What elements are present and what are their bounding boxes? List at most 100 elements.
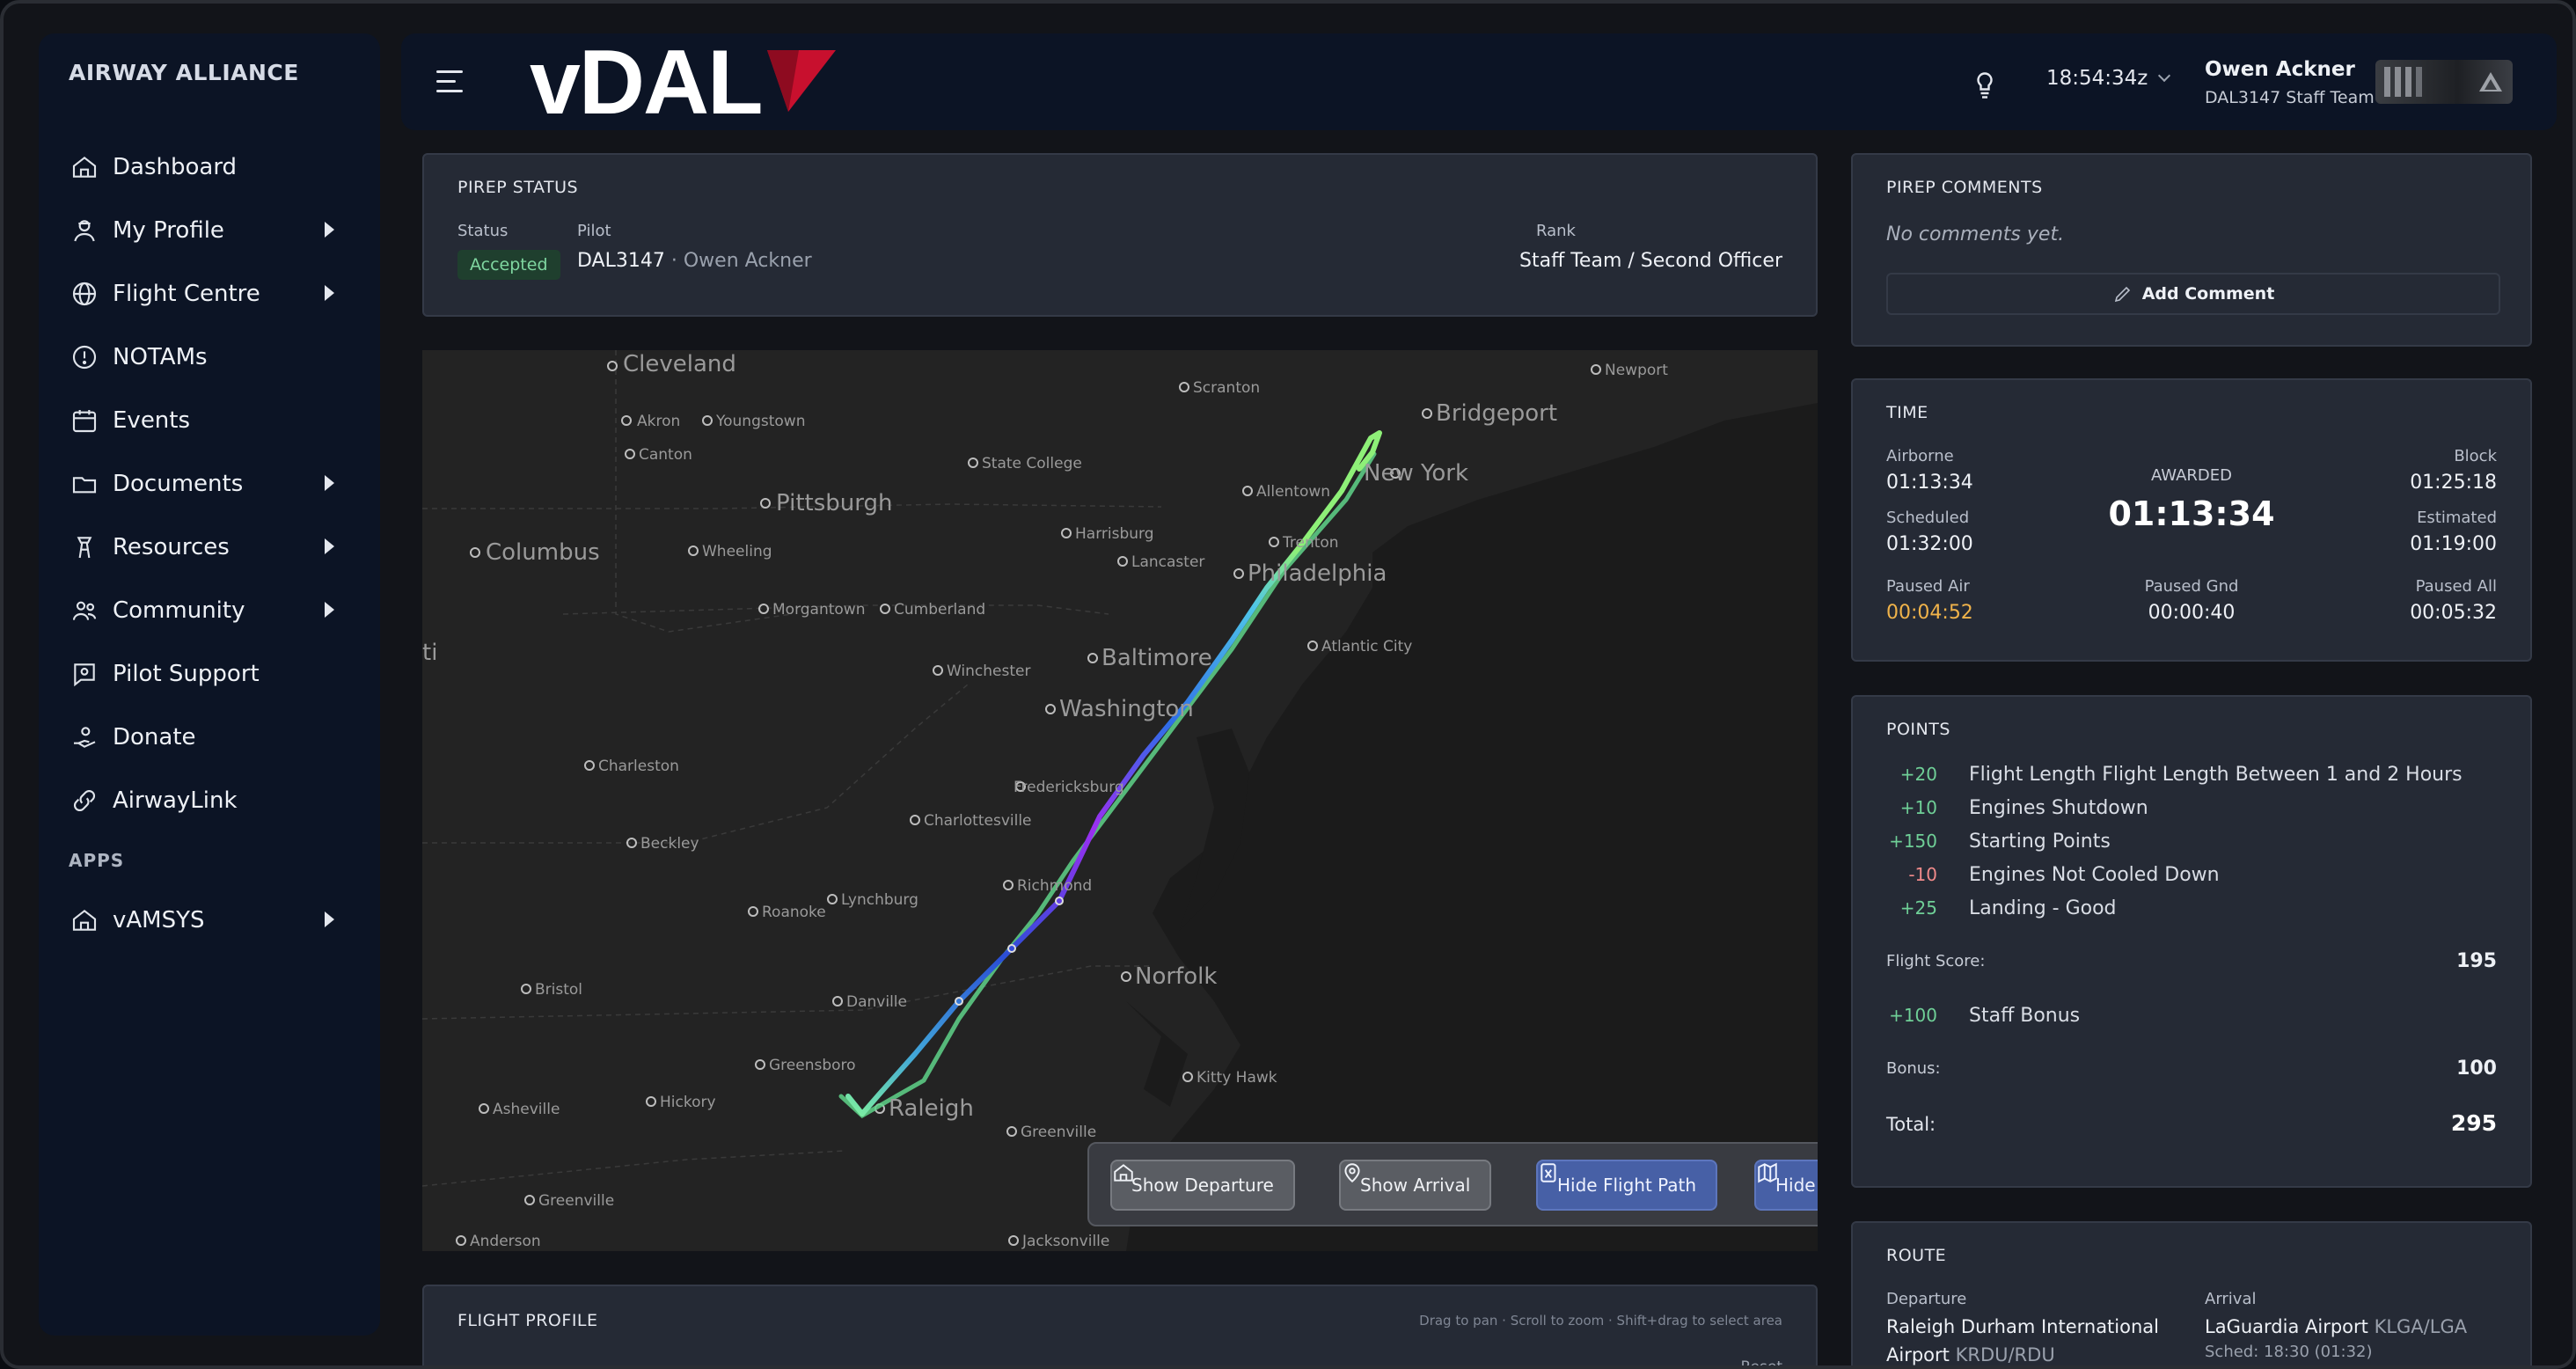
map-label: Wheeling <box>702 543 772 560</box>
user-name[interactable]: Owen Ackner <box>2205 58 2355 81</box>
map-label: Washington <box>1059 696 1194 722</box>
show-arrival-button[interactable]: Show Arrival <box>1339 1160 1492 1211</box>
card-title: POINTS <box>1886 720 1950 739</box>
card-title: PIREP COMMENTS <box>1886 178 2043 197</box>
flight-score-value: 195 <box>2456 950 2497 972</box>
sidebar-item-pilot-support[interactable]: Pilot Support <box>69 648 359 700</box>
departure-name: Raleigh Durham International <box>1886 1316 2159 1337</box>
card-title: ROUTE <box>1886 1246 1947 1265</box>
sidebar-item-donate[interactable]: Donate <box>69 711 359 764</box>
button-label: Hide Filed Route <box>1775 1175 1818 1196</box>
sidebar-item-resources[interactable]: Resources <box>69 521 359 574</box>
caret-right-icon <box>325 602 334 618</box>
points-value: +25 <box>1899 897 1937 919</box>
map-label: New York <box>1364 460 1468 487</box>
map-label: Lynchburg <box>841 891 918 909</box>
home-icon <box>69 904 100 936</box>
hide-filed-route-button[interactable]: Hide Filed Route <box>1754 1160 1818 1211</box>
total-value: 295 <box>2450 1110 2497 1136</box>
sidebar-item-label: vAMSYS <box>113 907 205 933</box>
caret-right-icon <box>325 222 334 238</box>
sidebar-item-vamsys[interactable]: vAMSYS <box>69 894 359 947</box>
apps-section-label: APPS <box>69 850 125 871</box>
sidebar-item-label: Community <box>113 597 245 624</box>
map-label: Bristol <box>535 981 582 999</box>
arrival-label: Arrival <box>2205 1290 2257 1308</box>
user-avatar[interactable] <box>2375 60 2513 104</box>
sidebar-item-my-profile[interactable]: My Profile <box>69 204 359 257</box>
reset-zoom-button[interactable]: Reset <box>1741 1358 1783 1365</box>
map-label: Roanoke <box>762 904 826 921</box>
flight-score-label: Flight Score: <box>1886 952 1986 970</box>
sidebar-item-label: Flight Centre <box>113 281 260 307</box>
button-label: Show Departure <box>1131 1175 1274 1196</box>
map-label: Fredericksburg <box>1014 779 1124 796</box>
sidebar-item-events[interactable]: Events <box>69 394 359 447</box>
link-icon <box>69 785 100 816</box>
status-badge: Accepted <box>457 250 560 280</box>
folder-icon <box>69 468 100 500</box>
bonus-label: Bonus: <box>1886 1059 1941 1078</box>
sidebar-item-flight-centre[interactable]: Flight Centre <box>69 267 359 320</box>
arrival-code: KLGA/LGA <box>2374 1316 2468 1337</box>
zulu-clock[interactable]: 18:54:34z <box>2046 67 2171 90</box>
points-description: Flight Length Flight Length Between 1 an… <box>1969 764 2463 786</box>
points-value: +20 <box>1899 764 1937 785</box>
map-label: Winchester <box>947 663 1030 680</box>
vdal-logo: vDAL <box>530 37 838 128</box>
block-label: Block <box>2454 447 2497 465</box>
caret-right-icon <box>325 911 334 927</box>
map-label: Charleston <box>598 758 679 775</box>
total-label: Total: <box>1886 1114 1936 1135</box>
pilot-name: · Owen Ackner <box>670 250 812 272</box>
zulu-time: 18:54:34z <box>2046 67 2148 90</box>
departure-name-cont: Airport <box>1886 1344 1950 1365</box>
sidebar-item-notams[interactable]: NOTAMs <box>69 331 359 384</box>
lightbulb-icon[interactable] <box>1969 65 2001 100</box>
sidebar-item-airwaylink[interactable]: AirwayLink <box>69 774 359 827</box>
sidebar: AIRWAY ALLIANCE Dashboard My Profile Fli… <box>39 33 380 1336</box>
add-comment-button[interactable]: Add Comment <box>1886 273 2500 315</box>
map-label: Scranton <box>1193 379 1260 397</box>
arrival-name: LaGuardia Airport <box>2205 1316 2368 1337</box>
bonus-row: +100 Staff Bonus <box>1853 1005 2530 1031</box>
caret-right-icon <box>325 285 334 301</box>
donate-icon <box>69 721 100 753</box>
map-label: Lancaster <box>1131 553 1204 571</box>
card-title: TIME <box>1886 403 1928 422</box>
bonus-value: 100 <box>2456 1058 2497 1080</box>
departure-value[interactable]: Raleigh Durham International Airport KRD… <box>1886 1313 2159 1365</box>
arrival-value[interactable]: LaGuardia Airport KLGA/LGA <box>2205 1313 2467 1341</box>
pilot-id[interactable]: DAL3147 <box>577 250 665 272</box>
map-label: Pittsburgh <box>776 490 892 516</box>
rank-value: Staff Team / Second Officer <box>1519 250 1782 272</box>
pilot-label: Pilot <box>577 222 611 240</box>
hide-flight-path-button[interactable]: Hide Flight Path <box>1536 1160 1718 1211</box>
points-row: +25 Landing - Good <box>1853 897 2530 924</box>
map-label: Cleveland <box>623 351 736 377</box>
sidebar-item-label: Resources <box>113 534 230 560</box>
map-label: Atlantic City <box>1321 638 1412 655</box>
sidebar-item-community[interactable]: Community <box>69 584 359 637</box>
pirep-comments-card: PIREP COMMENTS No comments yet. Add Comm… <box>1851 153 2532 347</box>
points-row: -10 Engines Not Cooled Down <box>1853 864 2530 890</box>
menu-toggle-icon[interactable] <box>436 70 463 93</box>
sidebar-item-documents[interactable]: Documents <box>69 458 359 510</box>
points-card: POINTS +20 Flight Length Flight Length B… <box>1851 695 2532 1188</box>
show-departure-button[interactable]: Show Departure <box>1110 1160 1295 1211</box>
button-label: Add Comment <box>2141 284 2275 304</box>
map-label: Allentown <box>1256 483 1330 501</box>
map-label: Youngstown <box>715 413 805 430</box>
sidebar-item-dashboard[interactable]: Dashboard <box>69 141 359 194</box>
sidebar-item-label: Dashboard <box>113 154 238 180</box>
sidebar-item-label: Events <box>113 407 191 434</box>
map-label: Charlottesville <box>924 812 1032 830</box>
delta-widget-icon <box>766 50 836 112</box>
chart-hint: Drag to pan · Scroll to zoom · Shift+dra… <box>1419 1313 1782 1329</box>
sidebar-item-label: NOTAMs <box>113 344 208 370</box>
map-canvas: Cleveland Akron Youngstown Canton Pittsb… <box>422 350 1818 1251</box>
flight-map[interactable]: Cleveland Akron Youngstown Canton Pittsb… <box>422 350 1818 1251</box>
departure-label: Departure <box>1886 1290 1967 1308</box>
map-pin-icon <box>1344 1163 1360 1183</box>
paused-all-value: 00:05:32 <box>2410 602 2497 624</box>
